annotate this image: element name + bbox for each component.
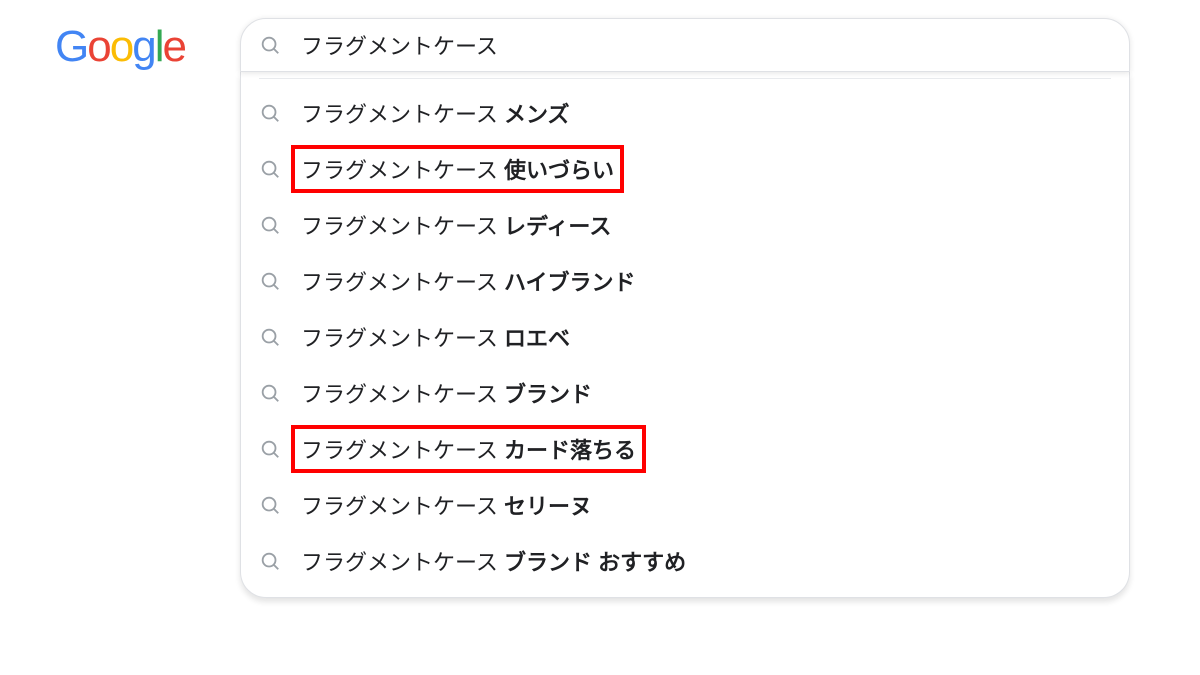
search-icon [259, 494, 281, 516]
suggestion-item[interactable]: フラグメントケース セリーヌ [241, 477, 1129, 533]
suggestion-text: フラグメントケース メンズ [301, 97, 570, 129]
suggestion-item[interactable]: フラグメントケース ブランド おすすめ [241, 533, 1129, 589]
suggestion-item[interactable]: フラグメントケース ロエベ [241, 309, 1129, 365]
search-icon [259, 158, 281, 180]
suggestion-text: フラグメントケース レディース [301, 209, 611, 241]
suggestion-item[interactable]: フラグメントケース メンズ [241, 85, 1129, 141]
dropdown-separator [259, 78, 1111, 79]
suggestion-completion: ハイブランド [504, 270, 636, 295]
suggestion-item[interactable]: フラグメントケース ハイブランド [241, 253, 1129, 309]
search-icon [259, 214, 281, 236]
suggestion-completion: ロエベ [504, 326, 570, 351]
header: Google フラグメントケース フラグメントケース メンズフラグメントケース … [0, 0, 1200, 598]
suggestion-completion: 使いづらい [504, 158, 614, 183]
suggestion-base: フラグメントケース [301, 270, 504, 295]
suggestion-completion: セリーヌ [504, 494, 592, 519]
search-icon [259, 326, 281, 348]
suggestion-text: フラグメントケース セリーヌ [301, 489, 592, 521]
suggestion-completion: ブランド [504, 382, 592, 407]
suggestion-base: フラグメントケース [301, 158, 504, 183]
suggestion-base: フラグメントケース [301, 326, 504, 351]
search-box[interactable]: フラグメントケース [240, 18, 1130, 72]
google-logo[interactable]: Google [55, 18, 185, 72]
suggestion-dropdown: フラグメントケース メンズフラグメントケース 使いづらいフラグメントケース レデ… [240, 72, 1130, 598]
suggestion-base: フラグメントケース [301, 214, 504, 239]
suggestion-text: フラグメントケース ロエベ [301, 321, 570, 353]
search-input[interactable]: フラグメントケース [301, 29, 498, 61]
suggestion-item[interactable]: フラグメントケース ブランド [241, 365, 1129, 421]
search-icon [259, 550, 281, 572]
suggestion-completion: カード落ちる [504, 438, 636, 463]
search-icon [259, 270, 281, 292]
suggestion-item[interactable]: フラグメントケース 使いづらい [241, 141, 1129, 197]
search-area: フラグメントケース フラグメントケース メンズフラグメントケース 使いづらいフラ… [240, 18, 1130, 598]
suggestion-text: フラグメントケース カード落ちる [301, 433, 636, 465]
suggestion-completion: メンズ [504, 102, 570, 127]
search-icon [259, 382, 281, 404]
suggestion-base: フラグメントケース [301, 102, 504, 127]
suggestion-item[interactable]: フラグメントケース カード落ちる [241, 421, 1129, 477]
suggestion-completion: ブランド おすすめ [504, 550, 686, 575]
suggestion-item[interactable]: フラグメントケース レディース [241, 197, 1129, 253]
suggestion-text: フラグメントケース ハイブランド [301, 265, 636, 297]
suggestion-base: フラグメントケース [301, 438, 504, 463]
search-icon [259, 34, 281, 56]
suggestion-text: フラグメントケース ブランド [301, 377, 592, 409]
suggestion-base: フラグメントケース [301, 494, 504, 519]
search-icon [259, 438, 281, 460]
suggestion-completion: レディース [504, 214, 611, 239]
suggestion-base: フラグメントケース [301, 382, 504, 407]
suggestion-text: フラグメントケース ブランド おすすめ [301, 545, 686, 577]
suggestion-base: フラグメントケース [301, 550, 504, 575]
search-icon [259, 102, 281, 124]
suggestion-text: フラグメントケース 使いづらい [301, 153, 614, 185]
